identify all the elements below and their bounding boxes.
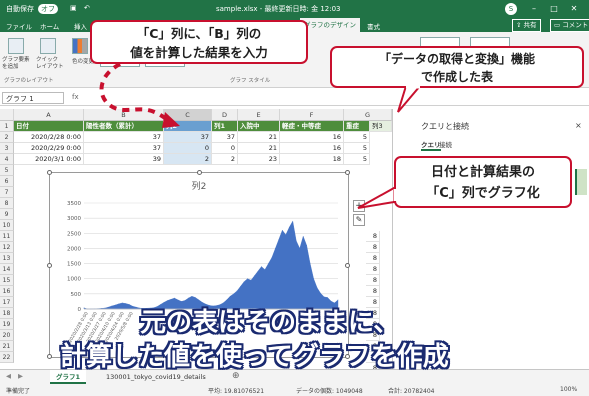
callout-c-column: 「C」列に、「B」列の 値を計算した結果を入力 xyxy=(90,20,308,64)
callout-chart-line2: 「C」列でグラフ化 xyxy=(426,186,540,201)
callout-table-pointer xyxy=(397,86,422,113)
callout-table-line1: 「データの取得と変換」機能 xyxy=(378,52,535,66)
callout-table: 「データの取得と変換」機能 で作成した表 xyxy=(330,46,584,88)
caption-line2: 計算した値を使ってグラフを作成 xyxy=(60,342,449,372)
callout-chart-line1: 日付と計算結果の xyxy=(430,165,535,180)
callout-table-line2: で作成した表 xyxy=(420,70,493,84)
callout-c-line2: 値を計算した結果を入力 xyxy=(130,45,268,60)
callout-c-line1: 「C」列に、「B」列の xyxy=(136,26,262,41)
callout-chart: 日付と計算結果の 「C」列でグラフ化 xyxy=(394,156,572,208)
caption-line1: 元の表はそのままに、 xyxy=(140,308,400,338)
excel-window: { "titlebar": { "autosave": "自動保存", "aut… xyxy=(0,0,589,396)
callout-chart-pointer xyxy=(357,186,397,209)
